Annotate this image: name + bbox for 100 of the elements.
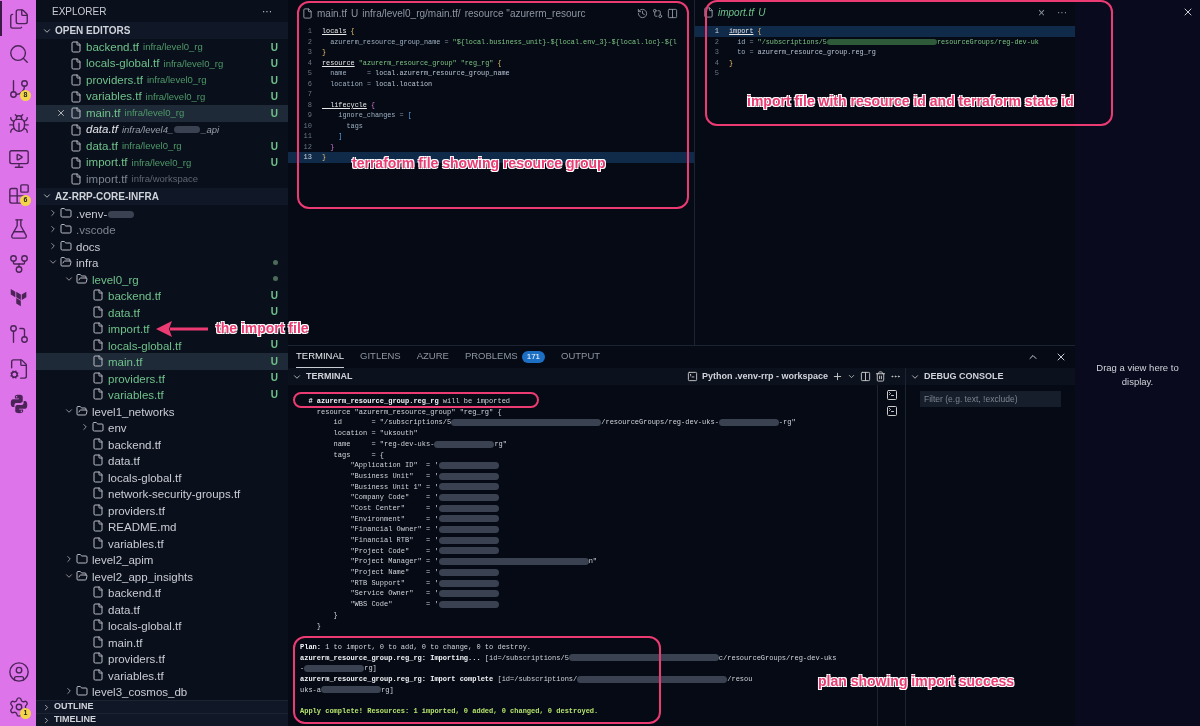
file-icon bbox=[70, 173, 82, 186]
folder-name: env bbox=[108, 422, 127, 435]
breadcrumb-path[interactable]: infra/level0_rg/main.tf/ bbox=[362, 5, 461, 21]
file-item[interactable]: main.tf bbox=[36, 633, 145, 650]
git-status: U bbox=[270, 371, 278, 386]
file-icon bbox=[92, 322, 104, 335]
section-header[interactable]: AZ-RRP-CORE-INFRA bbox=[36, 187, 288, 205]
panel-tab[interactable]: PROBLEMS 171 bbox=[464, 346, 546, 368]
split-icon[interactable] bbox=[860, 371, 871, 382]
chevron-down-icon[interactable] bbox=[847, 372, 856, 381]
file-item[interactable]: data.tf U bbox=[36, 303, 288, 320]
file-item[interactable]: variables.tf bbox=[36, 666, 166, 683]
file-item[interactable]: data.tf bbox=[36, 600, 142, 617]
folder-item[interactable]: level2_apim bbox=[36, 551, 156, 568]
folder-item[interactable]: env bbox=[36, 419, 129, 436]
open-editor-item[interactable]: import.tf infra/level0_rg U bbox=[36, 154, 288, 171]
open-editor-item[interactable]: providers.tf infra/level0_rg U bbox=[36, 72, 288, 89]
folder-name: level2_app_insights bbox=[92, 570, 194, 583]
file-item[interactable]: main.tf U bbox=[36, 353, 288, 370]
panel-tab[interactable]: OUTPUT bbox=[561, 346, 601, 368]
terminal-icon[interactable] bbox=[885, 389, 898, 401]
open-editor-item[interactable]: variables.tf infra/level0_rg U bbox=[36, 88, 288, 105]
file-icon bbox=[92, 520, 104, 533]
folder-item[interactable]: docs bbox=[36, 237, 103, 254]
section-header[interactable]: OUTLINE bbox=[36, 700, 288, 713]
breadcrumb-symbol[interactable]: resource "azurerm_resourc bbox=[464, 5, 586, 21]
folder-item[interactable]: .vscode bbox=[36, 221, 118, 238]
blurred-text bbox=[718, 419, 779, 427]
file-name: README.md bbox=[108, 521, 177, 534]
terminal-icon[interactable] bbox=[885, 405, 898, 417]
more-actions-button[interactable]: ··· bbox=[1057, 5, 1067, 20]
more-actions-button[interactable]: ··· bbox=[262, 3, 272, 19]
history-icon[interactable] bbox=[637, 7, 648, 19]
file-item[interactable]: backend.tf bbox=[36, 584, 164, 601]
file-name: providers.tf bbox=[108, 372, 165, 385]
file-name: providers.tf bbox=[86, 72, 143, 88]
open-editor-item[interactable]: import.tf infra/workspace bbox=[36, 171, 288, 188]
close-icon[interactable] bbox=[1055, 351, 1067, 363]
file-icon bbox=[70, 57, 82, 70]
file-item[interactable]: data.tf bbox=[36, 452, 142, 469]
folder-item[interactable]: infra bbox=[36, 254, 288, 271]
section-title: TERMINAL bbox=[306, 369, 353, 383]
folder-item[interactable]: level2_app_insights bbox=[36, 567, 196, 584]
file-item[interactable]: network-security-groups.tf bbox=[36, 485, 243, 502]
file-icon bbox=[92, 355, 104, 368]
file-item[interactable]: locals-global.tf bbox=[36, 468, 184, 485]
file-item[interactable]: locals-global.tf bbox=[36, 617, 184, 634]
open-editor-item[interactable]: backend.tf infra/level0_rg U bbox=[36, 39, 288, 56]
section-header[interactable]: OPEN EDITORS bbox=[36, 22, 288, 39]
git-status: U bbox=[270, 338, 278, 353]
file-icon bbox=[92, 586, 104, 599]
remote-icon bbox=[8, 147, 30, 170]
open-editor-item[interactable]: locals-global.tf infra/level0_rg U bbox=[36, 55, 288, 72]
file-icon bbox=[70, 156, 82, 169]
compare-icon[interactable] bbox=[652, 7, 663, 19]
terminal-profile[interactable]: Python .venv-rrp - workspace bbox=[701, 369, 828, 384]
annotation-label: the import file bbox=[216, 319, 309, 338]
file-item[interactable]: variables.tf U bbox=[36, 386, 288, 403]
blurred-text bbox=[108, 210, 135, 218]
file-item[interactable]: providers.tf bbox=[36, 501, 167, 518]
folder-icon bbox=[76, 272, 88, 285]
split-editor-icon[interactable] bbox=[667, 7, 678, 19]
file-icon bbox=[70, 90, 82, 103]
editor-tab[interactable]: main.tf bbox=[317, 5, 347, 21]
open-editor-item[interactable]: data.tf infra/level0_rg U bbox=[36, 138, 288, 155]
close-icon[interactable] bbox=[56, 108, 66, 119]
folder-item[interactable]: level0_rg bbox=[36, 270, 288, 287]
file-name: locals-global.tf bbox=[108, 620, 182, 633]
file-item[interactable]: locals-global.tf U bbox=[36, 336, 288, 353]
file-item[interactable]: variables.tf bbox=[36, 534, 166, 551]
blurred-text bbox=[438, 472, 499, 480]
file-item[interactable]: import.tf bbox=[36, 320, 152, 337]
search-icon bbox=[8, 42, 30, 65]
folder-icon bbox=[76, 404, 88, 417]
folder-item[interactable]: .venv- bbox=[36, 204, 138, 221]
close-button[interactable]: × bbox=[1038, 3, 1045, 22]
file-item[interactable]: providers.tf U bbox=[36, 369, 288, 386]
file-icon bbox=[92, 635, 104, 648]
file-item[interactable]: backend.tf U bbox=[36, 287, 288, 304]
folder-item[interactable]: level1_networks bbox=[36, 402, 177, 419]
open-editor-item[interactable]: data.tf infra/level4_ _api bbox=[36, 121, 288, 138]
trash-icon[interactable] bbox=[875, 371, 886, 382]
panel-tab[interactable]: GITLENS bbox=[360, 346, 401, 368]
run-debug-icon bbox=[8, 112, 30, 135]
folder-item[interactable]: level3_cosmos_db bbox=[36, 683, 190, 700]
file-item[interactable]: providers.tf bbox=[36, 650, 167, 667]
editor-tab[interactable]: import.tf bbox=[718, 5, 755, 20]
blurred-text bbox=[438, 568, 499, 576]
close-icon[interactable] bbox=[1182, 6, 1194, 18]
filter-field[interactable]: Filter (e.g. text, !exclude) bbox=[920, 391, 1061, 407]
panel-tab[interactable]: AZURE bbox=[416, 346, 449, 368]
file-item[interactable]: backend.tf bbox=[36, 435, 164, 452]
open-editor-item[interactable]: main.tf infra/level0_rg U bbox=[36, 105, 288, 122]
git-status: U bbox=[270, 139, 278, 154]
file-path: infra/level4_ bbox=[121, 122, 174, 137]
section-header[interactable]: TIMELINE bbox=[36, 713, 288, 726]
file-item[interactable]: README.md bbox=[36, 518, 179, 535]
blurred-text bbox=[438, 536, 499, 544]
add-icon[interactable] bbox=[832, 371, 843, 382]
file-icon bbox=[703, 7, 714, 18]
